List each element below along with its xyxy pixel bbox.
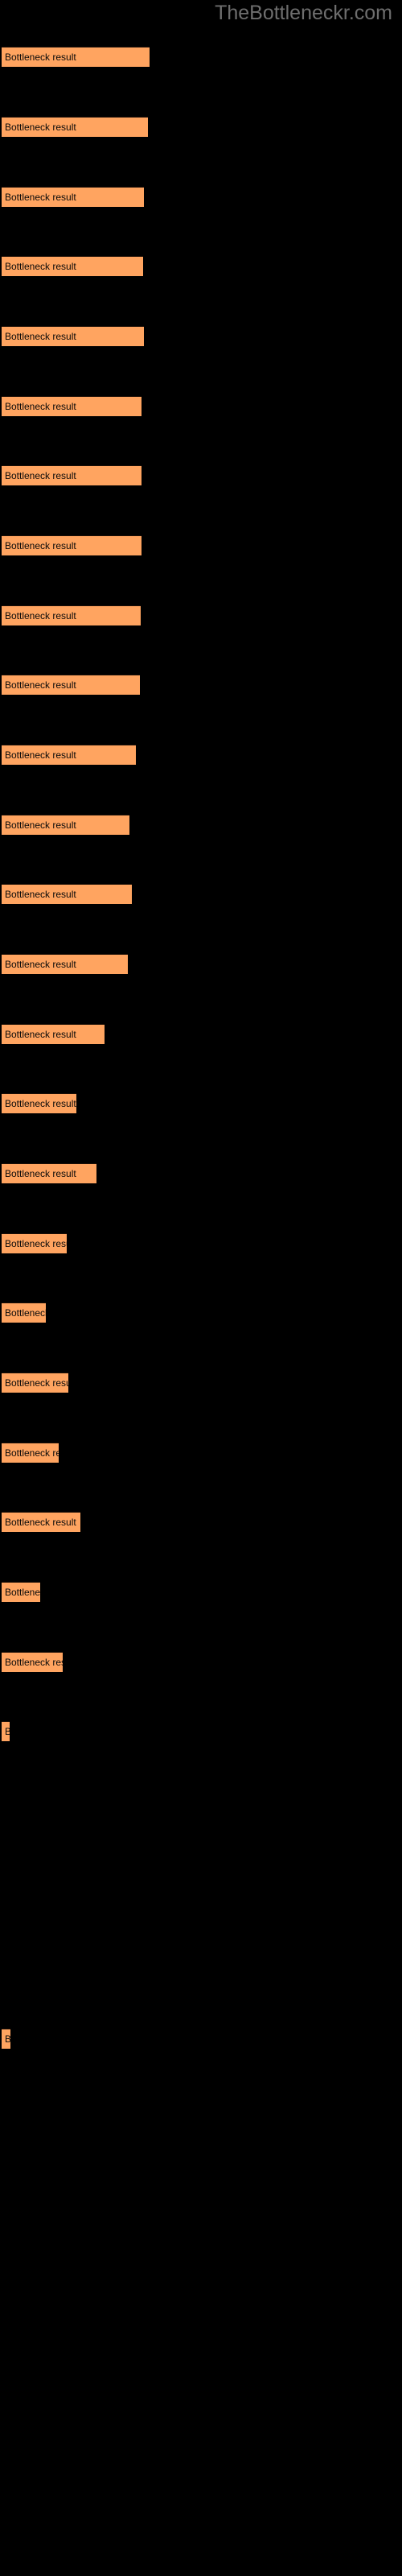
- bar-row: Bottleneck result: [0, 47, 402, 67]
- bar-row: Bottleneck result: [0, 884, 402, 904]
- bar[interactable]: Bottleneck result: [2, 1233, 67, 1253]
- bar-label: Bottleneck result: [5, 679, 76, 691]
- bar[interactable]: Bottleneck result: [2, 396, 142, 416]
- bar-row: Bottleneck result: [0, 954, 402, 974]
- bar[interactable]: Bottleneck result: [2, 1721, 10, 1741]
- bar[interactable]: Bottleneck result: [2, 745, 136, 765]
- bar-label: Bottleneck result: [5, 122, 76, 133]
- bar[interactable]: Bottleneck result: [2, 675, 140, 695]
- bar[interactable]: Bottleneck result: [2, 1512, 80, 1532]
- bar-label: Bottleneck result: [5, 52, 76, 63]
- bar-row: Bottleneck result: [0, 1443, 402, 1463]
- bar-label: Bottleneck result: [5, 1098, 76, 1109]
- bar[interactable]: Bottleneck result: [2, 535, 142, 555]
- bar[interactable]: Bottleneck result: [2, 465, 142, 485]
- bar-label: Bottleneck result: [5, 610, 76, 621]
- bar-row: Bottleneck result: [0, 815, 402, 835]
- bar-label: Bottleneck result: [5, 1168, 76, 1179]
- bar-row: Bottleneck result: [0, 1093, 402, 1113]
- bar[interactable]: Bottleneck result: [2, 1652, 63, 1672]
- bar-label: Bottleneck result: [5, 401, 76, 412]
- bar-label: Bottleneck result: [5, 540, 76, 551]
- bar-label: Bottleneck result: [5, 1238, 67, 1249]
- bar[interactable]: Bottleneck result: [2, 954, 128, 974]
- bar-label: Bottleneck result: [5, 1657, 63, 1668]
- bar-row: Bottleneck result: [0, 1302, 402, 1323]
- bar-row: Bottleneck result: [0, 1791, 402, 1811]
- bar-row: Bottleneck result: [0, 187, 402, 207]
- bar-label: Bottleneck result: [5, 1377, 68, 1389]
- bar-row: Bottleneck result: [0, 1163, 402, 1183]
- bar[interactable]: Bottleneck result: [2, 815, 129, 835]
- bar-label: Bottleneck result: [5, 749, 76, 761]
- bar-label: Bottleneck result: [5, 1724, 10, 1740]
- bar-label: Bottleneck result: [5, 819, 76, 831]
- bar-row: Bottleneck result: [0, 1721, 402, 1741]
- bar-row: Bottleneck result: [0, 326, 402, 346]
- bar[interactable]: Bottleneck result: [2, 1163, 96, 1183]
- bottleneck-results-bar-chart: Bottleneck result Bottleneck result Bottle…: [0, 0, 402, 2576]
- bar-row: Bottleneck result: [0, 1930, 402, 1951]
- bar[interactable]: Bottleneck result: [2, 1443, 59, 1463]
- bar-label: Bottleneck result: [5, 889, 76, 900]
- bar-label: Bottleneck result: [5, 470, 76, 481]
- bar[interactable]: Bottleneck result: [2, 1582, 40, 1602]
- bar-row: Bottleneck result: [0, 2029, 402, 2049]
- bar-label: Bottleneck result: [5, 1307, 46, 1319]
- bar-row: Bottleneck result: [0, 1512, 402, 1532]
- bar-label: Bottleneck result: [5, 261, 76, 272]
- bar-label: Bottleneck result: [5, 2031, 10, 2048]
- bar-row: Bottleneck result: [0, 117, 402, 137]
- bar[interactable]: Bottleneck result: [2, 1302, 46, 1323]
- bar[interactable]: Bottleneck result: [2, 1093, 76, 1113]
- bar-row: Bottleneck result: [0, 1582, 402, 1602]
- bar-label: Bottleneck result: [5, 192, 76, 203]
- bar-label: Bottleneck result: [5, 1447, 59, 1459]
- bar[interactable]: Bottleneck result: [2, 47, 150, 67]
- bar-label: Bottleneck result: [5, 1587, 40, 1598]
- bar[interactable]: Bottleneck result: [2, 326, 144, 346]
- bar-row: Bottleneck result: [0, 535, 402, 555]
- bar-row: Bottleneck result: [0, 1652, 402, 1672]
- bar-row: Bottleneck result: [0, 396, 402, 416]
- bar[interactable]: Bottleneck result: [2, 1024, 105, 1044]
- bar[interactable]: Bottleneck result: [2, 117, 148, 137]
- bar-row: Bottleneck result: [0, 675, 402, 695]
- bar-row: Bottleneck result: [0, 1233, 402, 1253]
- bar-label: Bottleneck result: [5, 331, 76, 342]
- bar[interactable]: Bottleneck result: [2, 2029, 10, 2049]
- bar[interactable]: Bottleneck result: [2, 1373, 68, 1393]
- bar-row: Bottleneck result: [0, 1024, 402, 1044]
- bar[interactable]: Bottleneck result: [2, 256, 143, 276]
- bar-row: Bottleneck result: [0, 1373, 402, 1393]
- bar[interactable]: Bottleneck result: [2, 187, 144, 207]
- bar-row: Bottleneck result: [0, 256, 402, 276]
- bar-row: Bottleneck result: [0, 465, 402, 485]
- bar[interactable]: Bottleneck result: [2, 605, 141, 625]
- bar-label: Bottleneck result: [5, 1029, 76, 1040]
- bar-row: Bottleneck result: [0, 745, 402, 765]
- bar-row: Bottleneck result: [0, 1861, 402, 1881]
- bar-label: Bottleneck result: [5, 1517, 76, 1528]
- bar-label: Bottleneck result: [5, 959, 76, 970]
- bar[interactable]: Bottleneck result: [2, 884, 132, 904]
- bar-row: Bottleneck result: [0, 605, 402, 625]
